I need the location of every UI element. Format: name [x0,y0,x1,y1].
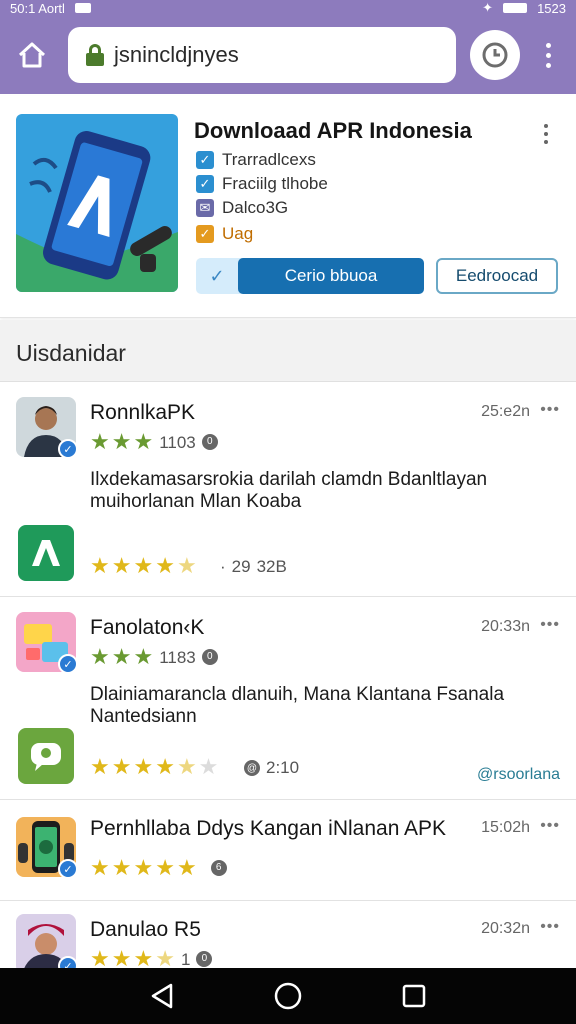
back-icon[interactable] [149,982,175,1010]
status-bar: 50:1 Aortl ✦ 1523 [0,0,576,16]
battery-icon [503,3,528,13]
list-item[interactable]: ✓ RonnlkaPK 25:e2n ••• ★ ★ ★ 1103 0 Ilxdek… [0,383,576,597]
check-icon[interactable]: ✓ [196,258,238,294]
rating-count: 1 [180,949,191,969]
feature-item: ✓ Trarradlcexs [196,150,316,170]
verified-icon: ✓ [58,654,78,674]
more-icon[interactable]: ••• [540,616,560,634]
overflow-menu-button[interactable] [536,35,560,75]
list-item[interactable]: ✓ Pernhllaba Ddys Kangan iNlanan APK 15:… [0,801,576,901]
clock-icon [482,42,508,68]
download-button[interactable]: Eedroocad [436,258,558,294]
rating-count: 1103 [159,432,196,452]
status-time: 1523 [537,0,566,16]
section-header: Uisdanidar [0,320,576,382]
entry-name: RonnlkaPK [90,401,196,424]
feature-item: ✉ Dalco3G [196,198,288,218]
verified-icon: ✓ [58,439,78,459]
more-icon[interactable]: ••• [540,918,560,936]
entry-time: 20:32n [481,920,530,937]
notification-icon [74,3,91,13]
app-icon[interactable] [18,728,74,784]
meta-value: 2:10 [266,758,300,777]
app-icon[interactable] [18,525,74,581]
entry-meta: @ 2:10 [240,758,299,778]
rating-stars: ★ ★ ★ 1183 0 [90,646,218,668]
entry-description: Dlainiamarancla dlanuih, Mana Klantana F… [90,684,505,727]
app-rating-stars: ★ ★ ★ ★ ★ ★ [90,754,219,779]
app-title: Downloaad APR Indonesia [194,118,472,143]
info-icon: 0 [201,434,218,450]
meta-value: 29 [231,557,251,576]
info-icon: 6 [210,860,227,876]
feature-item: ✓ Uag [196,224,253,244]
section-title: Uisdanidar [16,340,126,366]
rating-stars: ★ ★ ★ ★ ★ 6 [90,857,227,879]
verified-icon: ✓ [58,859,78,879]
rating-count: 1183 [159,647,196,667]
check-icon: ✓ [196,151,214,169]
feature-label: Trarradlcexs [222,150,316,169]
entry-time: 20:33n [481,618,530,635]
avatar: ✓ [16,817,78,879]
check-icon: ✓ [196,175,214,193]
mail-icon: ✉ [196,199,214,217]
list-item[interactable]: ✓ Fanolaton‹K 20:33n ••• ★ ★ ★ 1183 0 Dlai… [0,598,576,800]
feature-label: Dalco3G [222,198,289,217]
feature-item: ✓ Fraciilg tlhobe [196,174,328,194]
app-banner-image [16,114,178,292]
home-nav-icon[interactable] [273,981,303,1011]
feature-label: Fraciilg tlhobe [222,174,328,193]
url-bar[interactable]: jsnincldjnyes [68,27,456,83]
info-icon: 0 [201,649,218,665]
rating-stars: ★ ★ ★ ★ 1 0 [90,948,213,970]
publisher-link[interactable]: @rsoorlana [477,766,560,784]
home-icon [18,42,46,68]
url-text: jsnincldjnyes [114,42,239,67]
avatar: ✓ [16,612,78,674]
primary-action-button[interactable]: Cerio bbuoa [238,258,424,294]
entry-time: 25:e2n [481,403,530,420]
entry-name: Pernhllaba Ddys Kangan iNlanan APK [90,817,447,840]
wifi-icon: ✦ [482,0,494,15]
app-card: Downloaad APR Indonesia ✓ Trarradlcexs ✓… [0,96,576,318]
recents-icon[interactable] [401,983,427,1009]
info-icon: 0 [196,951,213,967]
home-button[interactable] [10,33,54,77]
tabs-button[interactable] [470,30,520,80]
meta-dot: · [220,557,226,576]
entry-meta: · 29 32B [220,557,287,577]
browser-toolbar: jsnincldjnyes [0,16,576,94]
avatar: ✓ [16,914,78,976]
entry-description: Ilxdekamasarsrokia darilah clamdn Bdanlt… [90,469,488,512]
rating-stars: ★ ★ ★ 1103 0 [90,431,218,453]
avatar: ✓ [16,397,78,459]
status-left-text: 50:1 Aortl [10,0,65,16]
entry-time: 15:02h [481,819,530,836]
feature-label: Uag [222,224,254,243]
primary-button-group: ✓ Cerio bbuoa [196,258,424,294]
lock-icon [86,44,104,66]
app-rating-stars: ★ ★ ★ ★ ★ [90,553,197,578]
entry-name: Fanolaton‹K [90,616,205,639]
more-icon[interactable]: ••• [540,401,560,419]
entry-name: Danulao R5 [90,918,201,941]
card-menu-button[interactable] [544,124,548,144]
list-item[interactable]: ✓ Danulao R5 20:32n ••• ★ ★ ★ ★ 1 0 [0,902,576,976]
meta-value-2: 32B [256,557,287,576]
check-icon: ✓ [196,225,214,243]
more-icon[interactable]: ••• [540,817,560,835]
system-nav-bar [0,968,576,1024]
clock-icon: @ [244,760,260,776]
